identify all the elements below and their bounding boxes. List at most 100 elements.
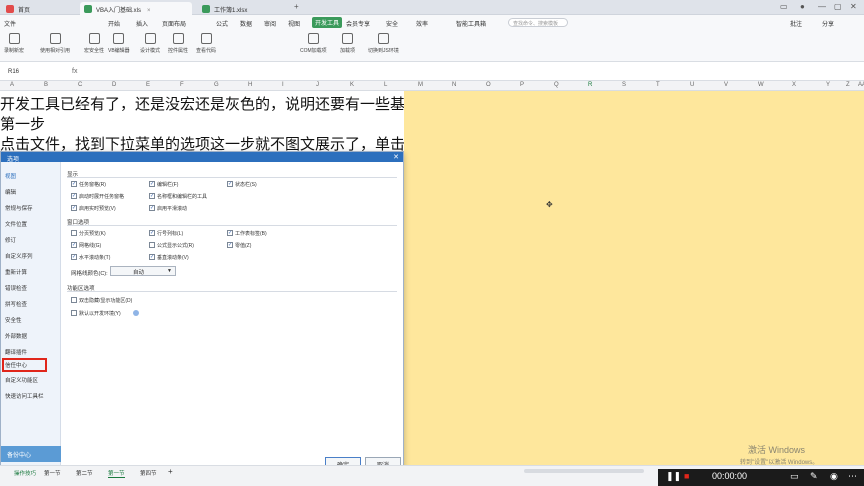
nav-item-error-check[interactable]: 错误检查 <box>5 284 27 292</box>
checkbox-task-pane[interactable]: ✓ 任务窗格(R) <box>71 181 106 188</box>
column-header-G[interactable]: G <box>214 82 219 88</box>
checkbox-double-click-ribbon[interactable]: 双击隐藏/显示功能区(D) <box>71 297 132 304</box>
checkbox-h-scroll[interactable]: ✓ 水平滚动条(T) <box>71 254 110 261</box>
layout-icon[interactable]: ▭ <box>780 2 788 11</box>
fx-icon[interactable]: fx <box>72 68 77 75</box>
nav-item-revision[interactable]: 修订 <box>5 236 16 244</box>
column-header-Q[interactable]: Q <box>554 82 559 88</box>
column-header-C[interactable]: C <box>78 82 82 88</box>
checkbox-show-formulas[interactable]: 公式显示公式(R) <box>149 242 194 249</box>
menu-data[interactable]: 数据 <box>240 19 252 28</box>
sheet-tab-1[interactable]: 第一节 <box>44 469 61 477</box>
column-header-K[interactable]: K <box>350 82 354 88</box>
column-header-X[interactable]: X <box>792 82 796 88</box>
menu-start[interactable]: 开始 <box>108 19 120 28</box>
backup-center-button[interactable]: 备份中心 <box>1 446 61 462</box>
close-tab-icon[interactable]: × <box>147 8 151 14</box>
menu-member[interactable]: 会员专享 <box>346 19 370 28</box>
gridline-color-select[interactable]: 自动 ▼ <box>110 266 176 276</box>
column-header-V[interactable]: V <box>724 82 728 88</box>
nav-item-edit[interactable]: 编辑 <box>5 188 16 196</box>
menu-formula[interactable]: 公式 <box>216 19 228 28</box>
macro-security-button[interactable]: 宏安全性 <box>84 33 104 54</box>
skills-link[interactable]: 操作技巧 <box>14 469 36 477</box>
info-icon[interactable] <box>133 310 139 316</box>
checkbox-status-bar[interactable]: ✓ 状态栏(S) <box>227 181 257 188</box>
menu-insert[interactable]: 插入 <box>136 19 148 28</box>
tab-workbook1[interactable]: 工作簿1.xlsx <box>198 2 288 15</box>
pause-icon[interactable]: ❚❚ <box>666 471 681 482</box>
checkbox-live-preview[interactable]: ✓ 启用实时预览(V) <box>71 205 116 212</box>
checkbox-namebox-tools[interactable]: ✓ 名称框和编辑栏的工具 <box>149 193 207 200</box>
nav-item-recalc[interactable]: 重新计算 <box>5 268 27 276</box>
new-tab-icon[interactable]: + <box>294 2 299 11</box>
checkbox-row-col-headers[interactable]: ✓ 行号列标(L) <box>149 230 183 237</box>
column-header-AA[interactable]: AA <box>858 82 864 88</box>
command-search-input[interactable]: 查找命令、搜索模板 <box>508 18 568 27</box>
column-header-F[interactable]: F <box>180 82 184 88</box>
column-header-Y[interactable]: Y <box>826 82 830 88</box>
menu-developer[interactable]: 开发工具 <box>312 17 343 28</box>
com-addins-button[interactable]: COM加载项 <box>300 33 327 54</box>
column-header-L[interactable]: L <box>384 82 387 88</box>
column-header-R[interactable]: R <box>588 82 592 88</box>
more-icon[interactable]: ⋯ <box>848 471 857 482</box>
share-button[interactable]: 分享 <box>822 19 834 28</box>
addins-button[interactable]: 加载项 <box>340 33 355 54</box>
close-window-icon[interactable]: ✕ <box>850 2 857 11</box>
relative-ref-button[interactable]: 使用相对引用 <box>40 33 70 54</box>
column-header-D[interactable]: D <box>112 82 116 88</box>
design-mode-button[interactable]: 设计模式 <box>140 33 160 54</box>
checkbox-zero-values[interactable]: ✓ 零值(Z) <box>227 242 251 249</box>
js-env-button[interactable]: 切换到JS环境 <box>368 33 399 54</box>
nav-item-file-location[interactable]: 文件位置 <box>5 220 27 228</box>
highlighted-cell-range[interactable] <box>404 91 864 465</box>
avatar[interactable]: ● <box>800 2 805 11</box>
column-header-E[interactable]: E <box>146 82 150 88</box>
column-header-J[interactable]: J <box>316 82 319 88</box>
nav-item-spell-check[interactable]: 拼写检查 <box>5 300 27 308</box>
checkbox-page-break[interactable]: 分页预览(K) <box>71 230 106 237</box>
menu-smart-tools[interactable]: 智能工具箱 <box>456 19 486 28</box>
sheet-tab-2[interactable]: 第二节 <box>76 469 93 477</box>
mic-icon[interactable]: ◉ <box>830 471 838 482</box>
tab-home[interactable]: 首页 <box>2 2 36 15</box>
column-header-P[interactable]: P <box>520 82 524 88</box>
menu-view[interactable]: 视图 <box>288 19 300 28</box>
column-header-Z[interactable]: Z <box>846 82 850 88</box>
sheet-tab-3[interactable]: 第一节 <box>108 469 125 478</box>
menu-file[interactable]: 文件 <box>4 19 16 28</box>
camera-icon[interactable]: ▭ <box>790 471 799 482</box>
record-macro-button[interactable]: 录制新宏 <box>4 33 24 54</box>
nav-item-general[interactable]: 常规与保存 <box>5 204 33 212</box>
checkbox-gridlines[interactable]: ✓ 网格线(G) <box>71 242 101 249</box>
column-header-A[interactable]: A <box>10 82 14 88</box>
nav-item-customize-ribbon[interactable]: 自定义功能区 <box>5 376 38 384</box>
maximize-icon[interactable]: ▢ <box>834 2 842 11</box>
checkbox-dev-env[interactable]: 默认以开发环境(Y) <box>71 310 121 317</box>
column-header-S[interactable]: S <box>622 82 626 88</box>
menu-security[interactable]: 安全 <box>386 19 398 28</box>
view-code-button[interactable]: 查看代码 <box>196 33 216 54</box>
column-header-I[interactable]: I <box>282 82 284 88</box>
column-header-O[interactable]: O <box>486 82 491 88</box>
column-header-U[interactable]: U <box>690 82 694 88</box>
column-header-M[interactable]: M <box>418 82 423 88</box>
nav-item-translate[interactable]: 翻译插件 <box>5 348 27 356</box>
nav-item-external-data[interactable]: 外部数据 <box>5 332 27 340</box>
column-header-W[interactable]: W <box>758 82 764 88</box>
checkbox-sheet-tabs[interactable]: ✓ 工作表标签(B) <box>227 230 267 237</box>
horizontal-scrollbar[interactable] <box>524 469 644 473</box>
nav-item-security[interactable]: 安全性 <box>5 316 22 324</box>
column-header-N[interactable]: N <box>452 82 456 88</box>
draw-icon[interactable]: ✎ <box>810 471 818 482</box>
dialog-close-icon[interactable]: ✕ <box>393 153 399 161</box>
vb-editor-button[interactable]: VB编辑器 <box>108 33 130 54</box>
nav-item-quick-access[interactable]: 快速访问工具栏 <box>5 392 44 400</box>
sheet-tab-4[interactable]: 第四节 <box>140 469 157 477</box>
column-header-B[interactable]: B <box>44 82 48 88</box>
column-header-H[interactable]: H <box>248 82 252 88</box>
checkbox-edit-bar[interactable]: ✓ 编辑栏(F) <box>149 181 178 188</box>
name-box[interactable]: R16 <box>2 67 60 78</box>
menu-efficiency[interactable]: 效率 <box>416 19 428 28</box>
